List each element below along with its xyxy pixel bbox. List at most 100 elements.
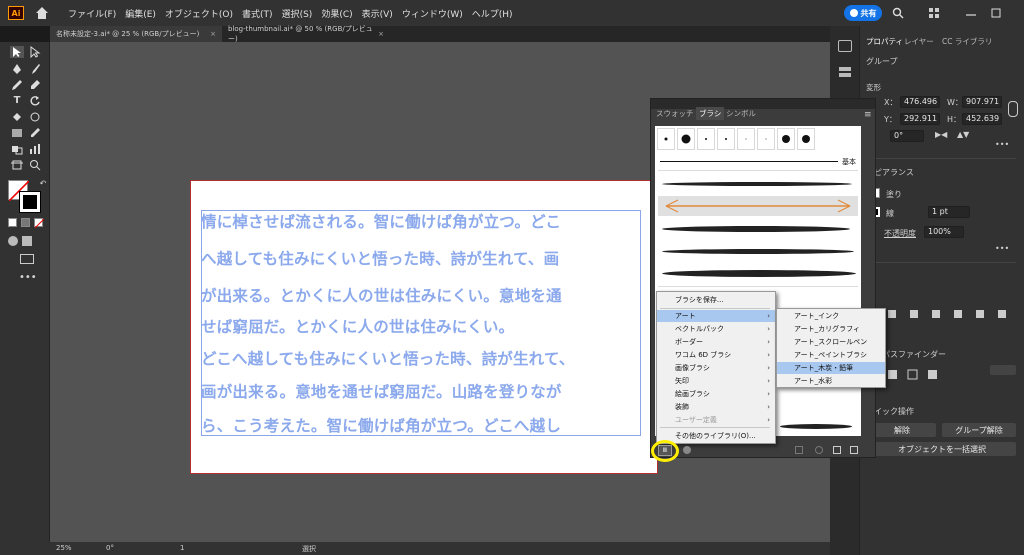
gradient-mode-icon[interactable]	[21, 218, 30, 227]
close-icon[interactable]: ×	[210, 30, 216, 38]
w-field[interactable]: 907.971	[962, 96, 1002, 108]
menu-item-user-defined[interactable]: ユーザー定義 ›	[657, 414, 775, 426]
eraser-tool-icon[interactable]	[28, 79, 42, 91]
menu-item-art[interactable]: アート ›	[657, 310, 775, 322]
eyedropper-icon[interactable]	[28, 127, 42, 139]
zoom-level[interactable]: 25%	[56, 544, 72, 552]
menu-type[interactable]: 書式(T)	[242, 7, 273, 20]
menu-select[interactable]: 選択(S)	[282, 7, 313, 20]
arrange-documents-icon[interactable]	[928, 7, 940, 19]
pencil-tool-icon[interactable]	[10, 79, 24, 91]
calligraphic-brush[interactable]	[697, 128, 715, 150]
screen-mode-icon[interactable]	[20, 254, 34, 264]
selection-tool-icon[interactable]	[10, 46, 24, 58]
calligraphic-brush[interactable]	[797, 128, 815, 150]
menu-edit[interactable]: 編集(E)	[125, 7, 156, 20]
submenu-item-paintbrush[interactable]: アート_ペイントブラシ	[777, 349, 885, 361]
draw-behind-icon[interactable]	[22, 236, 32, 246]
menu-view[interactable]: 表示(V)	[362, 7, 393, 20]
tab-brushes[interactable]: ブラシ	[696, 107, 725, 120]
remove-stroke-icon[interactable]	[795, 446, 803, 454]
tab-symbols[interactable]: シンボル	[726, 108, 756, 119]
tab-cc-libraries[interactable]: CC ライブラリ	[942, 36, 992, 47]
menu-item-vector-packs[interactable]: ベクトルパック ›	[657, 323, 775, 335]
home-icon[interactable]	[34, 6, 50, 20]
menu-item-other-library[interactable]: その他のライブラリ(O)...	[657, 430, 775, 442]
chart-tool-icon[interactable]	[28, 143, 42, 155]
basic-brush-stroke[interactable]	[660, 161, 838, 162]
submenu-item-calligraphy[interactable]: アート_カリグラフィ	[777, 323, 885, 335]
brush-options-button-icon[interactable]	[815, 446, 823, 454]
color-mode-icon[interactable]	[8, 218, 17, 227]
tab-properties[interactable]: プロパティ	[866, 36, 903, 47]
delete-brush-icon[interactable]	[850, 446, 858, 454]
panel-menu-icon[interactable]: ≡	[864, 110, 872, 120]
y-field[interactable]: 292.911	[900, 113, 940, 125]
brush-options-icon[interactable]	[683, 446, 691, 454]
more-options-icon[interactable]: •••	[995, 140, 1009, 149]
artboard-number[interactable]: 1	[180, 544, 184, 552]
calligraphic-brush[interactable]	[717, 128, 735, 150]
restore-icon[interactable]	[990, 7, 1002, 19]
angle-field[interactable]: 0°	[890, 130, 924, 142]
flip-vertical-icon[interactable]: ▲▼	[957, 130, 969, 139]
submenu-item-ink[interactable]: アート_インク	[777, 310, 885, 322]
properties-panel-icon[interactable]	[838, 40, 852, 52]
shape-builder-icon[interactable]	[28, 111, 42, 123]
release-button[interactable]: 解除	[868, 423, 936, 437]
pen-tool-icon[interactable]	[10, 63, 24, 75]
menu-item-wacom[interactable]: ワコム 6D ブラシ ›	[657, 349, 775, 361]
menu-item-borders[interactable]: ボーダー ›	[657, 336, 775, 348]
tab-document-1[interactable]: 名称未設定-3.ai* @ 25 % (RGB/プレビュー) ×	[50, 26, 222, 42]
pathfinder-icons[interactable]	[888, 369, 948, 381]
x-field[interactable]: 476.496	[900, 96, 940, 108]
direct-selection-tool-icon[interactable]	[28, 46, 42, 59]
tab-document-2[interactable]: blog-thumbnail.ai* @ 50 % (RGB/プレビュー) ×	[222, 25, 390, 43]
submenu-item-watercolor[interactable]: アート_水彩	[777, 375, 885, 387]
submenu-item-charcoal-pencil[interactable]: アート_木炭・鉛筆	[777, 362, 885, 374]
menu-window[interactable]: ウィンドウ(W)	[402, 7, 463, 20]
swap-colors-icon[interactable]: ↶	[36, 178, 50, 190]
menu-item-arrows[interactable]: 矢印 ›	[657, 375, 775, 387]
new-brush-icon[interactable]	[833, 446, 841, 454]
h-field[interactable]: 452.639	[962, 113, 1002, 125]
more-tools-icon[interactable]: •••	[19, 272, 37, 284]
illustrator-logo[interactable]: Ai	[8, 6, 24, 20]
rotate-tool-icon[interactable]	[28, 95, 42, 107]
menu-item-artistic[interactable]: 絵画ブラシ ›	[657, 388, 775, 400]
opacity-label[interactable]: 不透明度	[884, 228, 916, 239]
menu-effect[interactable]: 効果(C)	[321, 7, 352, 20]
calligraphic-brush[interactable]	[677, 128, 695, 150]
layers-panel-icon[interactable]	[838, 66, 852, 78]
calligraphic-brush[interactable]	[657, 128, 675, 150]
menu-help[interactable]: ヘルプ(H)	[472, 7, 513, 20]
flip-horizontal-icon[interactable]: ▶◀	[935, 130, 947, 139]
menu-file[interactable]: ファイル(F)	[68, 7, 116, 20]
tab-layers[interactable]: レイヤー	[904, 36, 934, 47]
gradient-tool-icon[interactable]	[10, 127, 24, 139]
paint-bucket-icon[interactable]	[10, 111, 24, 123]
select-similar-button[interactable]: オブジェクトを一括選択	[868, 442, 1016, 456]
calligraphic-brush[interactable]	[757, 128, 775, 150]
ungroup-button[interactable]: グループ解除	[942, 423, 1016, 437]
art-brush-stroke[interactable]	[662, 182, 852, 186]
blend-tool-icon[interactable]	[10, 143, 24, 155]
none-mode-icon[interactable]	[34, 218, 45, 229]
selected-brush-row[interactable]	[658, 196, 858, 216]
art-brush-stroke[interactable]	[780, 424, 852, 429]
close-icon[interactable]: ×	[378, 30, 384, 38]
minimize-icon[interactable]	[965, 7, 977, 19]
share-button[interactable]: 共有	[844, 5, 882, 21]
submenu-item-scroll-pen[interactable]: アート_スクロールペン	[777, 336, 885, 348]
art-brush-stroke[interactable]	[662, 249, 854, 254]
art-brush-stroke[interactable]	[662, 270, 856, 277]
menu-item-save-brushes[interactable]: ブラシを保存...	[657, 294, 775, 306]
stroke-swatch[interactable]	[19, 191, 41, 213]
brush-tool-icon[interactable]	[28, 63, 42, 75]
stroke-weight-field[interactable]: 1 pt	[928, 206, 970, 218]
tab-swatches[interactable]: スウォッチ	[656, 108, 694, 119]
search-icon[interactable]	[892, 7, 904, 19]
rotate-view[interactable]: 0°	[106, 544, 114, 552]
menu-item-image-brushes[interactable]: 画像ブラシ ›	[657, 362, 775, 374]
menu-object[interactable]: オブジェクト(O)	[165, 7, 233, 20]
